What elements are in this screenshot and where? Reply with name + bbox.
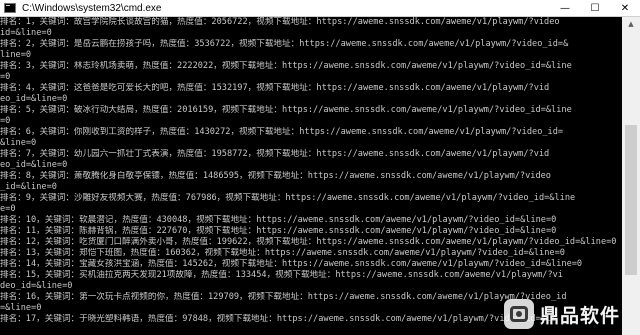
console-output[interactable]: 排名：1，关键词：故宫学院院长谈故宫的猫，热度值：2056722，视频下载地址：…: [0, 17, 622, 335]
console-line: _id=&line=0: [0, 182, 57, 192]
console-line: 排名：5，关键词：破冰行动大结局，热度值：2016159，视频下载地址：http…: [0, 105, 572, 115]
console-line: line=0: [0, 50, 32, 60]
close-button[interactable]: ✕: [610, 0, 640, 16]
maximize-button[interactable]: ☐: [580, 0, 610, 16]
console-line: eo_id=&line=0: [0, 160, 68, 170]
cmd-icon: [4, 3, 16, 13]
console-line: 排名：4，关键词：这爸爸是吃可爱长大的吧，热度值：1532197，视频下载地址：…: [0, 83, 550, 93]
window-controls: — ☐ ✕: [550, 0, 640, 16]
console-line: 排名：7，关键词：幼儿园六一抓壮丁式表演，热度值：1958772，视频下载地址：…: [0, 149, 550, 159]
minimize-button[interactable]: —: [550, 0, 580, 16]
console-line: deo_id=&line=0: [0, 281, 73, 291]
console-line: 排名：11，关键词：陈赫背锅，热度值：227670，视频下载地址：https:/…: [0, 226, 557, 236]
console-line: 排名：8，关键词：萧敬腾化身白敬亭保镖，热度值：1486595，视频下载地址：h…: [0, 171, 551, 181]
console-line: 排名：2，关键词：是岳云鹏在捞孩子吗，热度值：3536722，视频下载地址：ht…: [0, 39, 569, 49]
console-line: 排名：10，关键词：软晨潜记，热度值：430048，视频下载地址：https:/…: [0, 215, 557, 225]
watermark: 鼎品软件: [503, 299, 620, 329]
console-line: id=&line=0: [0, 28, 52, 38]
console-line: 排名：1，关键词：故宫学院院长谈故宫的猫，热度值：2056722，视频下载地址：…: [0, 17, 560, 27]
console-line: eo_id=&line=0: [0, 94, 68, 104]
window-title: C:\Windows\system32\cmd.exe: [22, 2, 162, 14]
console-line: 排名：9，关键词：沙雕好友视频大赛，热度值：767986，视频下载地址：http…: [0, 193, 576, 203]
console-line: 排名：13，关键词：郑恺下班图，热度值：160362，视频下载地址：https:…: [0, 248, 565, 258]
console-line: 排名：6，关键词：你刚收到工资的样子，热度值：1430272，视频下载地址：ht…: [0, 127, 564, 137]
console-line: =0: [0, 116, 11, 126]
console-line: e=0: [0, 204, 16, 214]
watermark-text: 鼎品软件: [539, 304, 620, 327]
vertical-scrollbar[interactable]: ▲: [622, 17, 640, 335]
console-line: 排名：14，关键词：宝藏女孩洪宝涵，热度值：145262，视频下载地址：http…: [0, 259, 583, 269]
console-line: 排名：12，关键词：吃货厦门口醉满外卖小哥，热度值：199622，视频下载地址：…: [0, 237, 617, 247]
console-line: 排名：3，关键词：林志玲机场卖萌，热度值：2222022，视频下载地址：http…: [0, 61, 572, 71]
console-line: =0: [0, 72, 11, 82]
tiktok-logo-icon: [503, 299, 534, 329]
scrollbar-thumb[interactable]: [625, 125, 637, 275]
cmd-window: C:\Windows\system32\cmd.exe — ☐ ✕ 排名：1，关…: [0, 0, 640, 335]
console-line: 排名：15，关键词：买机油拉克两天发现21项故障，热度值：133454，视频下载…: [0, 270, 563, 280]
title-bar[interactable]: C:\Windows\system32\cmd.exe — ☐ ✕: [0, 0, 640, 17]
console-line: &line=0: [0, 138, 37, 148]
scroll-up-arrow-icon[interactable]: ▲: [622, 17, 640, 31]
